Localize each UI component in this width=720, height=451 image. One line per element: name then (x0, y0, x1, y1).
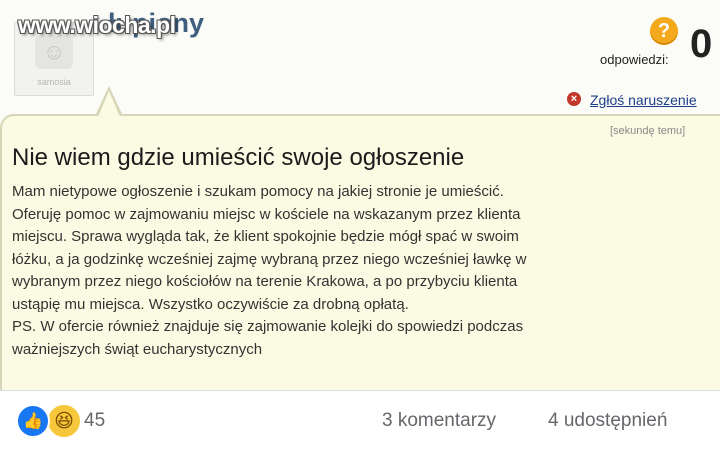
reaction-count[interactable]: 45 (84, 410, 105, 432)
post-body-line: ważniejszych świąt eucharystycznych (12, 340, 263, 358)
comments-link[interactable]: 3 komentarzy (382, 410, 496, 432)
post-body: Mam nietypowe ogłoszenie i szukam pomocy… (12, 181, 702, 361)
post-body-line: Oferuję pomoc w zajmowaniu miejsc w kośc… (12, 205, 521, 223)
watermark: www.wiocha.pl (18, 12, 176, 38)
shares-link[interactable]: 4 udostępnień (548, 410, 667, 432)
post-title: Nie wiem gdzie umieścić swoje ogłoszenie (12, 144, 465, 171)
answers-label: odpowiedzi: (600, 52, 669, 67)
bubble-tail-fill (98, 91, 120, 117)
report-link[interactable]: Zgłoś naruszenie (590, 92, 697, 108)
question-mark-icon: ? (650, 17, 678, 45)
avatar-placeholder-icon: ☺ (35, 35, 73, 69)
answers-count: 0 (690, 22, 713, 66)
screenshot-area: ☺ samosia łupiony www.wiocha.pl ? odpowi… (0, 0, 720, 390)
post-body-line: ustąpię mu miejsca. Wszystko oczywiście … (12, 295, 409, 313)
post-body-line: PS. W ofercie również znajduje się zajmo… (12, 318, 524, 335)
post-body-line: Mam nietypowe ogłoszenie i szukam pomocy… (12, 183, 504, 200)
post-body-line: miejscu. Sprawa wygląda tak, że klient s… (12, 228, 519, 245)
haha-icon[interactable]: 😆 (46, 403, 82, 439)
post-body-line: łóżku, a ja godzinkę wcześniej zajmę wyb… (12, 250, 527, 268)
post-body-line: wybranym przez niego kościołów na tereni… (12, 273, 518, 290)
avatar-caption: samosia (37, 77, 71, 87)
close-circle-icon[interactable]: × (567, 92, 581, 106)
post-timestamp: [sekundę temu] (610, 125, 686, 137)
like-icon[interactable]: 👍 (16, 404, 50, 438)
